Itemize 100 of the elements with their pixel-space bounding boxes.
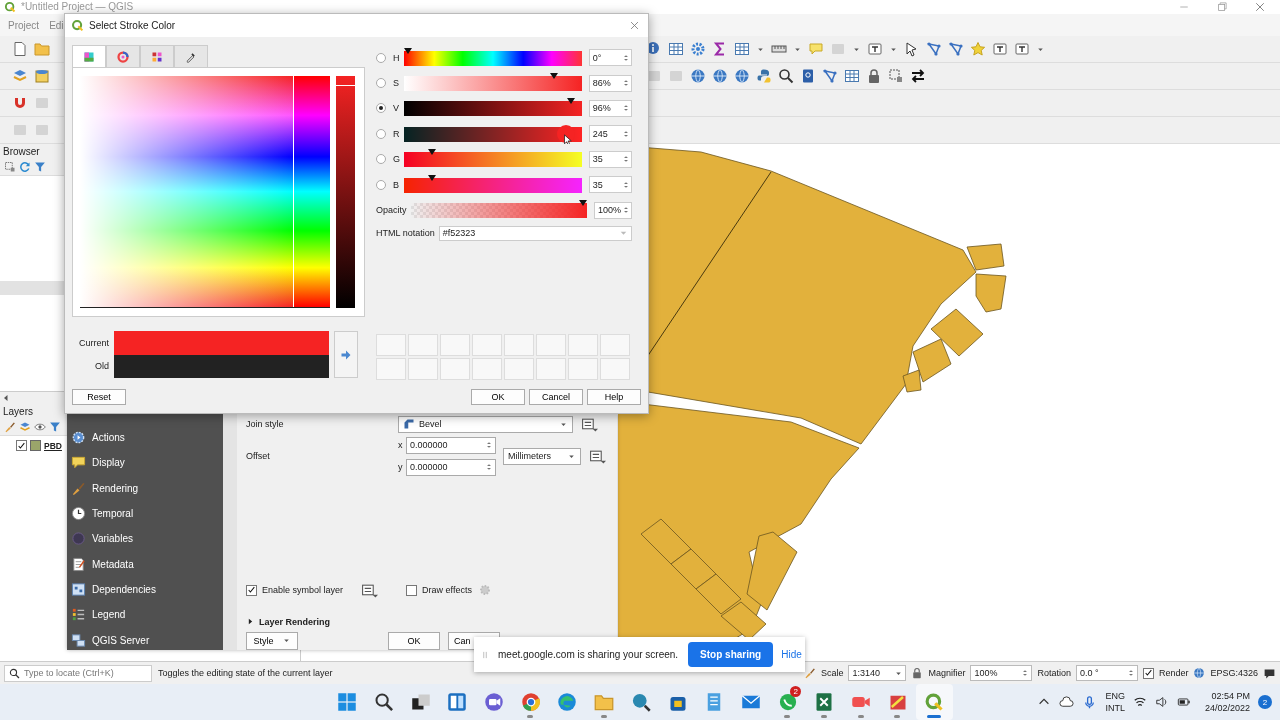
new-file-icon[interactable]	[12, 41, 28, 57]
add-selection-icon[interactable]	[4, 161, 16, 173]
radio-button[interactable]	[376, 103, 386, 114]
empty-swatch[interactable]	[472, 358, 502, 380]
value-field[interactable]: 35	[588, 150, 632, 168]
magnifier-field[interactable]: 100%	[970, 665, 1033, 681]
dialog-button[interactable]: OK	[471, 389, 525, 405]
clock-time[interactable]: 02:54 PM	[1211, 690, 1250, 702]
table-icon[interactable]	[734, 41, 750, 57]
radio-button[interactable]	[376, 179, 386, 190]
expand-triangle-icon[interactable]	[246, 617, 255, 627]
filter-icon[interactable]	[34, 161, 46, 173]
brush-icon[interactable]	[4, 421, 16, 433]
checkbox[interactable]	[246, 584, 257, 596]
tab[interactable]	[106, 45, 140, 67]
channel-slider[interactable]	[403, 73, 582, 94]
html-notation-field[interactable]: #f52323	[438, 225, 632, 241]
empty-swatch[interactable]	[536, 334, 566, 356]
value-strip[interactable]	[336, 76, 355, 308]
empty-swatch[interactable]	[376, 358, 406, 380]
empty-swatch[interactable]	[536, 358, 566, 380]
unit-dropdown[interactable]: Millimeters	[503, 447, 581, 465]
language-label[interactable]: INTL	[1105, 702, 1125, 714]
layer-icon[interactable]	[19, 421, 31, 433]
empty-swatch[interactable]	[600, 358, 630, 380]
lock-icon[interactable]	[866, 68, 882, 84]
offset-y-field[interactable]: 0.000000	[406, 458, 496, 476]
tab[interactable]	[174, 45, 208, 67]
color-spectrum[interactable]	[80, 76, 330, 308]
close-icon[interactable]	[1254, 1, 1266, 13]
layer-icon[interactable]	[12, 68, 28, 84]
radio-button[interactable]	[376, 128, 386, 139]
radio-button[interactable]	[376, 52, 386, 63]
slider-thumb[interactable]	[579, 200, 587, 207]
notification-count[interactable]: 2	[1258, 695, 1272, 709]
label-icon[interactable]	[992, 41, 1008, 57]
database-icon[interactable]	[34, 68, 50, 84]
value-field[interactable]: 0°	[588, 49, 632, 67]
clock-date[interactable]: 24/02/2022	[1204, 702, 1250, 714]
channel-slider[interactable]	[403, 174, 582, 195]
value-field[interactable]: 96%	[588, 99, 632, 117]
dialog-button[interactable]: Help	[587, 389, 641, 405]
locator-input[interactable]: Type to locate (Ctrl+K)	[24, 668, 144, 678]
apply-arrow-button[interactable]	[334, 331, 358, 378]
close-icon[interactable]	[629, 20, 640, 31]
dialog-button[interactable]: Cancel	[529, 389, 583, 405]
slider-thumb[interactable]	[549, 73, 558, 80]
label-icon[interactable]	[867, 41, 883, 57]
channel-slider[interactable]	[403, 123, 582, 144]
value-field[interactable]: 245	[588, 125, 632, 143]
tab[interactable]	[140, 45, 174, 67]
stop-sharing-button[interactable]: Stop sharing	[688, 642, 774, 667]
taskbar-app[interactable]: 2	[769, 684, 806, 720]
search-icon[interactable]	[778, 68, 794, 84]
channel-slider[interactable]	[403, 98, 582, 119]
slider-thumb[interactable]	[403, 47, 412, 54]
table-icon[interactable]	[668, 41, 684, 57]
scroll-left-icon[interactable]	[2, 394, 10, 402]
opacity-slider[interactable]	[411, 200, 587, 221]
layer-name[interactable]: PBD	[44, 440, 62, 451]
sidebar-item[interactable]: Dependencies	[67, 576, 223, 603]
empty-swatch[interactable]	[408, 358, 438, 380]
empty-swatch[interactable]	[440, 334, 470, 356]
hide-link[interactable]: Hide	[781, 649, 802, 660]
filter-icon[interactable]	[49, 421, 61, 433]
empty-swatch[interactable]	[376, 334, 406, 356]
restore-icon[interactable]	[1216, 1, 1228, 13]
empty-swatch[interactable]	[568, 334, 598, 356]
value-field[interactable]: 35	[588, 176, 632, 194]
radio-button[interactable]	[376, 154, 386, 165]
magnet-icon[interactable]	[12, 95, 28, 111]
help-icon[interactable]	[800, 68, 816, 84]
locator-field[interactable]: Type to locate (Ctrl+K)	[4, 664, 152, 682]
wifi-icon[interactable]	[1132, 695, 1147, 709]
empty-swatch[interactable]	[600, 334, 630, 356]
empty-swatch[interactable]	[504, 334, 534, 356]
python-icon[interactable]	[756, 68, 772, 84]
polygon-nodes-icon[interactable]	[926, 41, 942, 57]
sidebar-item[interactable]: Temporal	[67, 500, 223, 527]
sidebar-item[interactable]: Legend	[67, 602, 223, 628]
slider-thumb[interactable]	[566, 98, 575, 105]
sidebar-item[interactable]: Metadata	[67, 551, 223, 577]
value-field[interactable]: 100%	[594, 201, 632, 219]
gear-icon[interactable]	[690, 41, 706, 57]
value-field[interactable]: 86%	[588, 74, 632, 92]
polygon-nodes-icon[interactable]	[822, 68, 838, 84]
join-style-dropdown[interactable]: Bevel	[398, 415, 573, 433]
tab[interactable]	[72, 45, 106, 67]
star-icon[interactable]	[970, 41, 986, 57]
selection-icon[interactable]	[888, 68, 904, 84]
channel-slider[interactable]	[403, 47, 582, 68]
checkbox[interactable]	[406, 584, 418, 596]
sidebar-item[interactable]: Variables	[67, 526, 223, 552]
battery-icon[interactable]	[1176, 695, 1191, 709]
crs-label[interactable]: EPSG:4326	[1210, 668, 1258, 678]
empty-swatch[interactable]	[504, 358, 534, 380]
channel-slider[interactable]	[403, 149, 582, 170]
slider-thumb[interactable]	[427, 174, 436, 181]
radio-button[interactable]	[376, 78, 386, 89]
dialog-button[interactable]: OK	[388, 631, 440, 650]
